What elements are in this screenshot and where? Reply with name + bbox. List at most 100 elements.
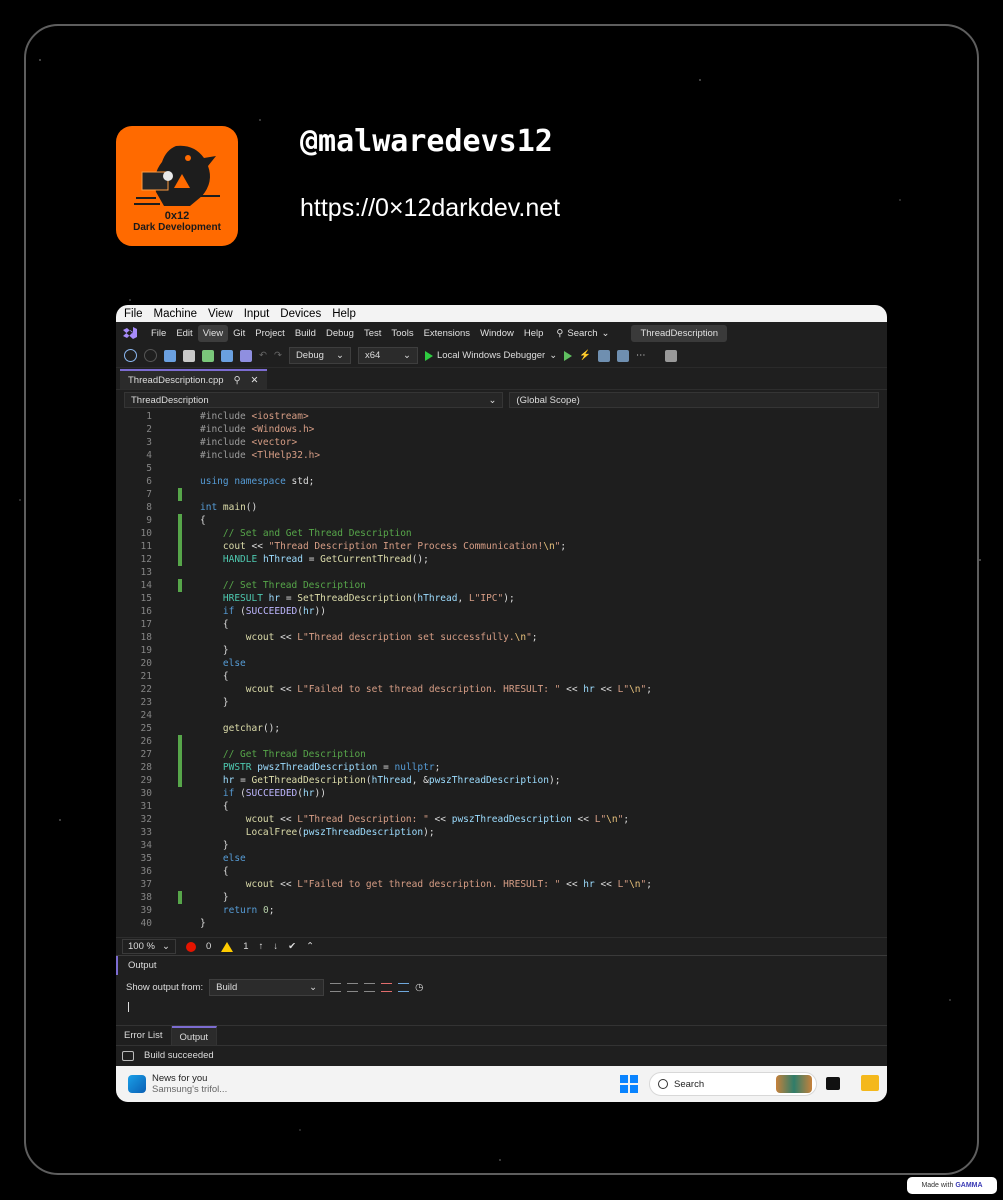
line-number: 13: [140, 567, 152, 578]
line-number: 8: [146, 502, 152, 513]
file-explorer-icon[interactable]: [861, 1075, 879, 1091]
vbox-menu-file[interactable]: File: [124, 308, 143, 320]
vs-search-button[interactable]: ⚲ Search ⌄: [548, 328, 617, 339]
brush-icon[interactable]: ✔: [288, 941, 296, 952]
word-wrap-icon[interactable]: [398, 983, 410, 992]
line-number: 36: [140, 866, 152, 877]
code-line: 10 // Set and Get Thread Description: [116, 527, 887, 540]
tab-error-list[interactable]: Error List: [116, 1026, 172, 1045]
document-tab-label: ThreadDescription.cpp: [128, 374, 224, 386]
undo-icon[interactable]: ↶: [259, 350, 267, 361]
start-debugger-button[interactable]: Local Windows Debugger ⌄: [424, 350, 557, 361]
vs-menu-extensions[interactable]: Extensions: [419, 325, 475, 342]
configuration-dropdown[interactable]: Debug ⌄: [288, 347, 351, 364]
task-view-icon[interactable]: [826, 1077, 840, 1090]
notification-icon[interactable]: [122, 1050, 134, 1061]
platform-value: x64: [364, 350, 381, 361]
vbox-menu-view[interactable]: View: [208, 308, 233, 320]
chevron-up-icon[interactable]: ⌃: [306, 941, 314, 952]
vs-menu-git[interactable]: Git: [228, 325, 250, 342]
search-highlight-image[interactable]: [776, 1075, 812, 1093]
close-icon[interactable]: ✕: [251, 375, 259, 386]
clear-all-icon[interactable]: [381, 983, 393, 992]
code-text: {: [200, 619, 229, 630]
hot-reload-icon[interactable]: ⚡: [579, 350, 591, 361]
code-text: wcout << L"Failed to get thread descript…: [245, 879, 652, 890]
vs-menu-test[interactable]: Test: [359, 325, 386, 342]
vbox-menu-devices[interactable]: Devices: [280, 308, 321, 320]
comment-icon[interactable]: [664, 349, 677, 362]
scope-dropdown[interactable]: (Global Scope): [509, 392, 879, 408]
line-number: 9: [146, 515, 152, 526]
document-tab[interactable]: ThreadDescription.cpp ⚲ ✕: [120, 369, 267, 389]
play-icon: [424, 350, 433, 361]
vs-menu-tools[interactable]: Tools: [386, 325, 418, 342]
line-number: 20: [140, 658, 152, 669]
code-line: 30 if (SUCCEEDED(hr)): [116, 787, 887, 800]
back-navigation-icon[interactable]: [124, 349, 137, 362]
output-source-dropdown[interactable]: Build ⌄: [209, 979, 325, 996]
line-number: 37: [140, 879, 152, 890]
forward-navigation-icon[interactable]: [144, 349, 157, 362]
save-icon[interactable]: [221, 349, 233, 362]
vs-menu-view[interactable]: View: [197, 324, 229, 342]
line-number: 21: [140, 671, 152, 682]
vs-menu-build[interactable]: Build: [290, 325, 321, 342]
error-count[interactable]: 0: [206, 941, 211, 952]
code-line: 33 LocalFree(pwszThreadDescription);: [116, 826, 887, 839]
start-without-debugging-icon[interactable]: [564, 350, 573, 361]
code-editor[interactable]: 1 #include <iostream> 2 #include <Windows.h…: [116, 410, 887, 937]
align-right-icon[interactable]: [364, 983, 376, 992]
vbox-menu-input[interactable]: Input: [244, 308, 270, 320]
vs-menu-file[interactable]: File: [146, 325, 171, 342]
add-item-icon[interactable]: [202, 349, 214, 362]
vbox-menu-bar: File Machine View Input Devices Help: [116, 305, 887, 322]
code-text: return 0;: [222, 905, 275, 916]
made-with-badge[interactable]: Made with GAMMA: [907, 1177, 997, 1194]
document-tab-bar: ThreadDescription.cpp ⚲ ✕: [116, 368, 887, 390]
profile-url[interactable]: https://0×12darkdev.net: [300, 194, 560, 223]
windows-start-icon[interactable]: [620, 1075, 638, 1093]
line-number: 29: [140, 775, 152, 786]
new-project-icon[interactable]: [164, 349, 176, 362]
tab-output[interactable]: Output: [171, 1026, 218, 1045]
find-in-files-icon[interactable]: [598, 349, 611, 362]
arrow-down-icon[interactable]: ↓: [273, 941, 278, 952]
code-text: int main(): [200, 502, 258, 513]
align-left-icon[interactable]: [330, 983, 342, 992]
clock-icon[interactable]: ◷: [415, 982, 423, 993]
pin-icon[interactable]: ⚲: [234, 375, 241, 386]
scope-label: (Global Scope): [516, 394, 580, 406]
vs-menu-window[interactable]: Window: [475, 325, 519, 342]
show-output-label: Show output from:: [126, 982, 204, 993]
line-number: 7: [146, 489, 152, 500]
arrow-up-icon[interactable]: ↑: [259, 941, 264, 952]
project-dropdown[interactable]: ThreadDescription ⌄: [124, 392, 504, 408]
news-widget[interactable]: News for you Samsung's trifol...: [128, 1073, 227, 1095]
code-line: 36 {: [116, 865, 887, 878]
news-icon: [128, 1075, 146, 1093]
code-line: 11 cout << "Thread Description Inter Pro…: [116, 540, 887, 553]
redo-icon[interactable]: ↷: [274, 350, 282, 361]
vbox-menu-machine[interactable]: Machine: [154, 308, 197, 320]
line-number: 1: [146, 411, 152, 422]
warning-count[interactable]: 1: [243, 941, 248, 952]
more-options-icon[interactable]: ⋯: [636, 350, 646, 361]
solution-explorer-icon[interactable]: [617, 349, 630, 362]
zoom-dropdown[interactable]: 100 % ⌄: [122, 939, 176, 954]
code-line: 2 #include <Windows.h>: [116, 423, 887, 436]
warning-icon: [221, 941, 234, 952]
open-file-icon[interactable]: [183, 349, 195, 362]
line-number: 22: [140, 684, 152, 695]
vs-menu-edit[interactable]: Edit: [171, 325, 197, 342]
vs-menu-help[interactable]: Help: [519, 325, 549, 342]
build-status-bar: Build succeeded: [116, 1045, 887, 1065]
vs-menu-debug[interactable]: Debug: [321, 325, 359, 342]
align-center-icon[interactable]: [347, 983, 359, 992]
platform-dropdown[interactable]: x64 ⌄: [357, 347, 418, 364]
code-text: else: [222, 853, 246, 864]
save-all-icon[interactable]: [240, 349, 252, 362]
vs-menu-project[interactable]: Project: [250, 325, 290, 342]
line-number: 11: [140, 541, 152, 552]
vbox-menu-help[interactable]: Help: [332, 308, 356, 320]
